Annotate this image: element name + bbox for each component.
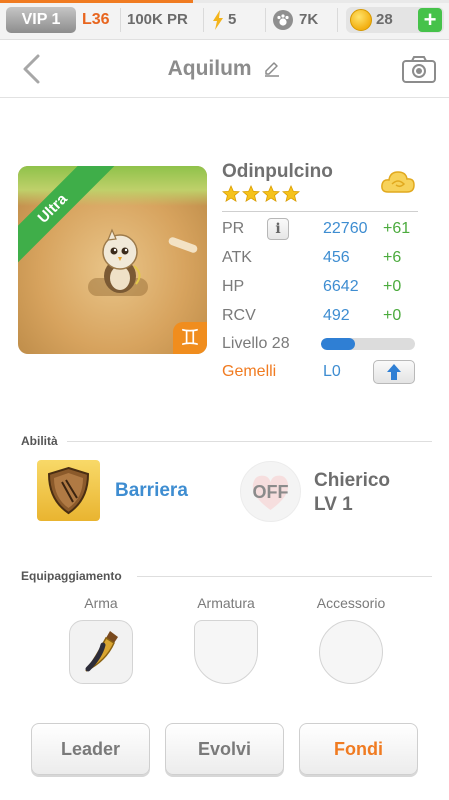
divider xyxy=(120,8,121,32)
claw-weapon-icon xyxy=(85,631,118,672)
divider xyxy=(67,441,432,442)
abilities-section-title: Abilità xyxy=(21,434,58,448)
stat-bonus: +61 xyxy=(383,220,411,237)
skill-name[interactable]: Barriera xyxy=(115,479,188,503)
star-icon xyxy=(221,184,241,202)
star-icon xyxy=(261,184,281,202)
stat-label: RCV xyxy=(222,307,256,324)
leader-button[interactable]: Leader xyxy=(31,723,150,775)
camera-icon[interactable] xyxy=(401,54,437,84)
paw-counter[interactable]: 7K xyxy=(273,8,318,32)
slot-label-armor: Armatura xyxy=(197,595,255,611)
sign-row: Gemelli L0 xyxy=(222,359,418,385)
divider xyxy=(265,8,266,32)
accessory-slot[interactable] xyxy=(319,620,383,684)
page-header: Aquilum xyxy=(0,40,449,98)
vip-badge[interactable]: VIP 1 xyxy=(6,7,76,33)
arrow-up-icon xyxy=(387,364,401,380)
upgrade-button[interactable] xyxy=(373,360,415,384)
slot-label-weapon: Arma xyxy=(84,595,118,611)
lightning-icon xyxy=(213,10,223,31)
stat-row-hp: HP 6642 +0 xyxy=(222,274,418,300)
creature-sprite xyxy=(102,228,141,293)
stat-row-rcv: RCV 492 +0 xyxy=(222,303,418,329)
info-button[interactable]: i xyxy=(267,218,289,240)
divider xyxy=(203,8,204,32)
leader-skill-name: Chierico xyxy=(314,470,391,491)
stat-label: PR xyxy=(222,220,245,237)
paw-icon xyxy=(273,10,293,31)
stat-row-pr: PR i 22760 +61 xyxy=(222,216,418,242)
coin-icon xyxy=(350,9,372,31)
sign-level: L0 xyxy=(323,363,341,380)
stat-bonus: +6 xyxy=(383,249,402,266)
level-row: Livello 28 xyxy=(222,331,418,357)
level-progress-bar xyxy=(321,338,415,350)
divider xyxy=(337,8,338,32)
armor-slot[interactable] xyxy=(194,620,258,684)
skill-icon-button[interactable] xyxy=(37,460,100,521)
leader-skill-level: LV 1 xyxy=(314,494,353,515)
sign-label: Gemelli xyxy=(222,363,277,380)
pencil-icon[interactable] xyxy=(263,60,281,78)
coin-counter[interactable]: 28 + xyxy=(346,7,444,33)
level-label: Livello 28 xyxy=(222,335,290,352)
slot-label-accessory: Accessorio xyxy=(316,595,386,611)
page-title-row[interactable]: Aquilum xyxy=(0,55,449,83)
stat-label: HP xyxy=(222,278,245,295)
energy-counter[interactable]: 5 xyxy=(212,8,236,32)
divider xyxy=(137,576,432,577)
stat-value: 456 xyxy=(323,249,350,266)
stat-row-atk: ATK 456 +6 xyxy=(222,245,418,271)
creature-portrait[interactable]: Ultra ♊ xyxy=(18,166,207,354)
star-rating xyxy=(221,184,302,205)
weapon-slot[interactable] xyxy=(69,620,133,684)
xp-progress-fill xyxy=(0,0,194,3)
stat-value: 22760 xyxy=(323,220,368,237)
add-coins-button[interactable]: + xyxy=(418,8,442,32)
stat-bonus: +0 xyxy=(383,307,402,324)
energy-value: 5 xyxy=(228,11,237,28)
paw-value: 7K xyxy=(299,11,319,28)
equipment-section-title: Equipaggiamento xyxy=(21,569,122,583)
cloud-element-icon[interactable] xyxy=(380,168,416,198)
merge-button[interactable]: Fondi xyxy=(299,723,418,775)
creature-name: Odinpulcino xyxy=(222,161,333,182)
stat-bonus: +0 xyxy=(383,278,402,295)
shield-icon xyxy=(47,466,90,515)
stat-label: ATK xyxy=(222,249,252,266)
star-icon xyxy=(281,184,301,202)
divider xyxy=(222,211,418,212)
page-title: Aquilum xyxy=(167,57,252,80)
stat-value: 492 xyxy=(323,307,350,324)
status-bar: VIP 1 L36 100K PR 5 7K 28 + xyxy=(0,0,449,40)
leader-status: OFF xyxy=(252,482,289,502)
coin-value: 28 xyxy=(376,11,393,28)
gemini-sign-icon: ♊ xyxy=(173,322,207,354)
stat-value: 6642 xyxy=(323,278,359,295)
player-power: 100K PR xyxy=(127,11,188,28)
leader-skill-toggle[interactable]: OFF xyxy=(240,461,301,522)
star-icon xyxy=(241,184,261,202)
player-level: L36 xyxy=(82,11,110,28)
bone-decoration xyxy=(167,236,199,254)
evolve-button[interactable]: Evolvi xyxy=(165,723,284,775)
level-progress-fill xyxy=(321,338,355,350)
xp-progress-track xyxy=(0,0,449,3)
